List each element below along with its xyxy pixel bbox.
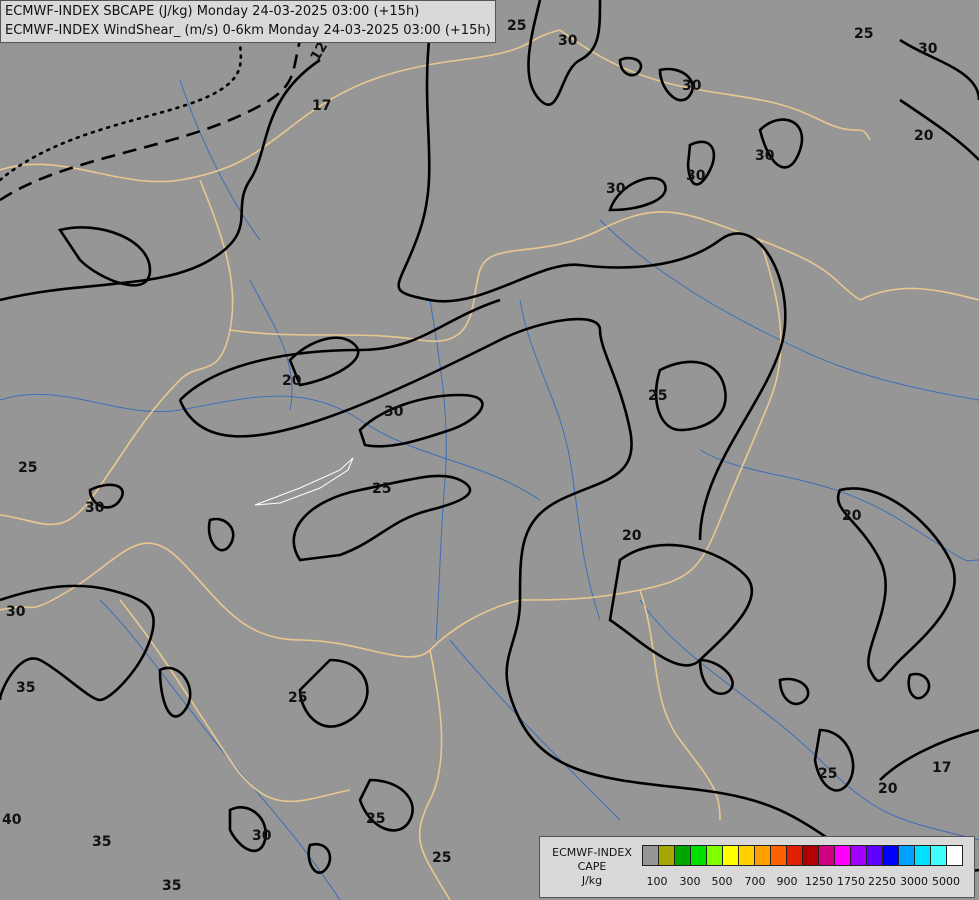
legend-tick: 300 <box>679 875 701 888</box>
legend-swatch <box>850 845 867 866</box>
contour-label-30a: 30 <box>558 33 578 49</box>
contour-label-30e: 30 <box>755 148 775 164</box>
legend-swatch <box>706 845 723 866</box>
legend-swatch <box>754 845 771 866</box>
contour-label-20b: 20 <box>622 528 642 544</box>
legend-tick: 1250 <box>805 875 833 888</box>
legend-tick: 2250 <box>868 875 896 888</box>
contour-label-35a: 35 <box>16 680 35 696</box>
legend-tick: 3000 <box>900 875 928 888</box>
legend-swatch <box>898 845 915 866</box>
lake-balaton <box>254 457 354 506</box>
legend-tick: 700 <box>744 875 766 888</box>
legend-swatch <box>642 845 659 866</box>
title-sbcape: ECMWF-INDEX SBCAPE (J/kg) Monday 24-03-2… <box>5 4 420 19</box>
contour-label-25e: 25 <box>288 690 307 706</box>
contour-label-30f: 30 <box>918 41 938 57</box>
legend-tick: 900 <box>776 875 798 888</box>
legend-swatch <box>674 845 691 866</box>
legend-swatch <box>946 845 963 866</box>
contour-label-30g: 30 <box>384 404 404 420</box>
legend-tick: 100 <box>646 875 668 888</box>
contour-label-20c: 20 <box>842 508 862 524</box>
contour-label-25h: 25 <box>818 766 837 782</box>
legend-title-line1: ECMWF-INDEX <box>552 846 632 859</box>
windshear-dashed <box>0 38 302 202</box>
legend-swatch <box>866 845 883 866</box>
contour-label-35b: 35 <box>92 834 111 850</box>
contour-label-20a: 20 <box>282 373 302 389</box>
legend-swatch <box>930 845 947 866</box>
legend-title-line2: CAPE <box>577 860 607 873</box>
windshear-contours <box>0 0 979 886</box>
title-windshear: ECMWF-INDEX WindShear_ (m/s) 0-6km Monda… <box>5 23 491 38</box>
legend-swatch <box>658 845 675 866</box>
legend-tick: 500 <box>711 875 733 888</box>
contour-label-25b: 25 <box>372 481 391 497</box>
contour-label-20d: 20 <box>914 128 934 144</box>
contour-label-25f: 25 <box>366 811 385 827</box>
contour-label-25d: 25 <box>18 460 37 476</box>
contour-label-25i: 25 <box>854 26 873 42</box>
contour-label-30c: 30 <box>606 181 626 197</box>
legend-swatch <box>818 845 835 866</box>
legend-tick: 1750 <box>837 875 865 888</box>
legend-unit: J/kg <box>581 874 603 887</box>
legend-swatch <box>802 845 819 866</box>
map-canvas: 12 17 17 20 20 20 20 20 25 25 25 25 25 2… <box>0 0 979 900</box>
cape-legend: ECMWF-INDEX CAPE J/kg 100 300 500 700 90… <box>539 836 975 898</box>
legend-swatch <box>722 845 739 866</box>
legend-title: ECMWF-INDEX CAPE J/kg <box>544 846 640 888</box>
legend-swatch <box>770 845 787 866</box>
legend-tick: 5000 <box>932 875 960 888</box>
contour-label-20e: 20 <box>878 781 898 797</box>
contour-label-30j: 30 <box>252 828 272 844</box>
legend-swatch <box>882 845 899 866</box>
map-title: ECMWF-INDEX SBCAPE (J/kg) Monday 24-03-2… <box>0 0 496 43</box>
contour-label-35c: 35 <box>162 878 181 894</box>
contour-labels: 12 17 17 20 20 20 20 20 25 25 25 25 25 2… <box>2 18 951 894</box>
legend-swatch <box>834 845 851 866</box>
legend-swatch <box>914 845 931 866</box>
contour-label-30d: 30 <box>686 168 706 184</box>
contour-label-40: 40 <box>2 812 22 828</box>
contour-label-30i: 30 <box>6 604 26 620</box>
contour-label-25c: 25 <box>648 388 667 404</box>
contour-label-30h: 30 <box>85 500 105 516</box>
contour-label-17b: 17 <box>932 760 951 776</box>
contour-label-30b: 30 <box>682 78 702 94</box>
legend-swatch <box>738 845 755 866</box>
legend-swatch <box>786 845 803 866</box>
legend-swatch <box>690 845 707 866</box>
contour-label-25a: 25 <box>507 18 526 34</box>
contour-label-25g: 25 <box>432 850 451 866</box>
contour-label-17: 17 <box>312 98 331 114</box>
